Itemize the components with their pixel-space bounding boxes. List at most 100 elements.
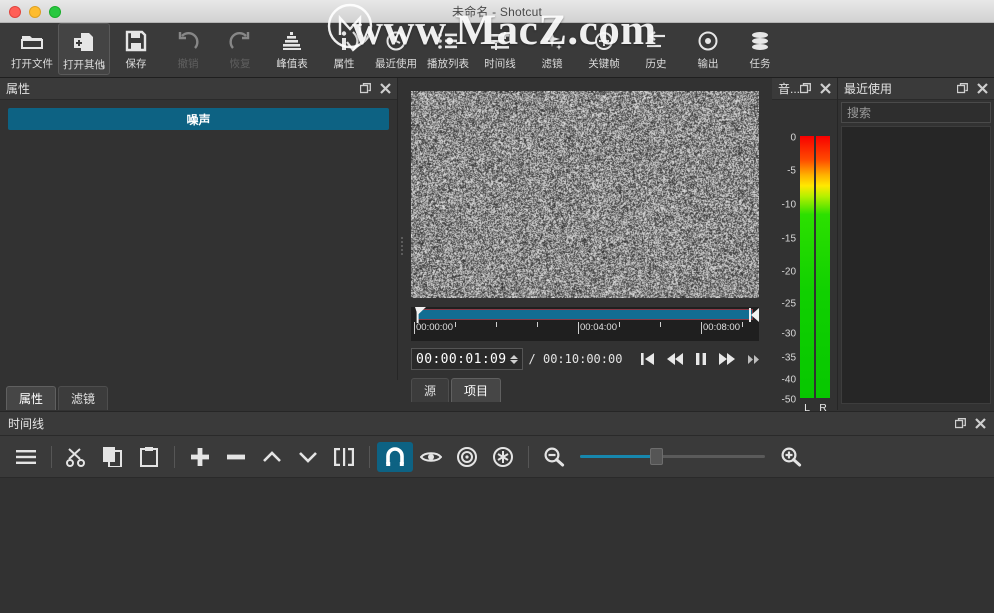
timeline-cut-button[interactable] xyxy=(59,442,95,472)
timeline-tracks-area[interactable] xyxy=(0,478,994,612)
recent-clock-icon xyxy=(385,28,407,54)
zoom-slider-thumb[interactable] xyxy=(650,448,663,465)
toolbar-timeline[interactable]: 时间线 xyxy=(474,23,526,75)
timecode-stepper[interactable] xyxy=(510,355,518,364)
toolbar-save[interactable]: 保存 xyxy=(110,23,162,75)
close-icon[interactable] xyxy=(975,418,986,429)
minimize-window-button[interactable] xyxy=(29,6,41,18)
recent-search-input[interactable]: 搜索 xyxy=(841,102,991,123)
toolbar-filters[interactable]: 滤镜 xyxy=(526,23,578,75)
toolbar-playlist-label: 播放列表 xyxy=(427,56,469,71)
ruler-label-1: 00:04:00 xyxy=(580,322,617,333)
toolbar-history[interactable]: 历史 xyxy=(630,23,682,75)
timecode-separator: / xyxy=(529,352,536,366)
chevron-down-icon[interactable]: ▾ xyxy=(101,63,105,71)
float-panel-icon[interactable] xyxy=(957,83,968,94)
timeline-paste-button[interactable] xyxy=(131,442,167,472)
window-controls[interactable] xyxy=(9,6,61,18)
audio-peak-meter-icon xyxy=(281,28,303,54)
timeline-overwrite-button[interactable] xyxy=(290,442,326,472)
zoom-window-button[interactable] xyxy=(49,6,61,18)
redo-arrow-icon xyxy=(229,28,251,54)
skip-to-next-icon[interactable] xyxy=(748,355,759,364)
timeline-append-button[interactable] xyxy=(182,442,218,472)
toolbar-playlist[interactable]: 播放列表 xyxy=(422,23,474,75)
timeline-copy-button[interactable] xyxy=(95,442,131,472)
timeline-scrub-button[interactable] xyxy=(413,442,449,472)
toolbar-redo[interactable]: 恢复 xyxy=(214,23,266,75)
toolbar-keyframes[interactable]: 关键帧 xyxy=(578,23,630,75)
recent-list[interactable] xyxy=(841,126,991,404)
audio-meter-bar-right xyxy=(816,136,830,398)
audio-meter-body: 0 -5 -10 -15 -20 -25 -30 -35 -40 -50 L R xyxy=(772,100,837,410)
skip-to-start-icon[interactable] xyxy=(641,353,654,365)
title-bar: 未命名 - Shotcut xyxy=(0,0,994,23)
timeline-panel-title: 时间线 xyxy=(8,415,44,432)
timeline-snap-button[interactable] xyxy=(377,442,413,472)
rewind-icon[interactable] xyxy=(667,353,683,365)
scrubber-in-out-range[interactable] xyxy=(417,309,753,320)
toolbar-open-file[interactable]: 打开文件 xyxy=(6,23,58,75)
recent-panel-titlebar: 最近使用 xyxy=(838,78,994,100)
float-panel-icon[interactable] xyxy=(955,418,966,429)
tab-properties-label: 属性 xyxy=(19,390,43,407)
close-window-button[interactable] xyxy=(9,6,21,18)
save-floppy-icon xyxy=(125,28,147,54)
toolbar-open-other-label: 打开其他 xyxy=(63,57,105,72)
tab-project[interactable]: 项目 xyxy=(451,378,501,402)
timeline-ripple-button[interactable] xyxy=(449,442,485,472)
toolbar-peak-meter-label: 峰值表 xyxy=(276,56,308,71)
main-toolbar: 打开文件 打开其他 ▾ 保存 撤销 恢复 峰值表 属性 最近使用 播放列表 时间… xyxy=(0,23,994,78)
float-panel-icon[interactable] xyxy=(800,83,811,94)
pause-icon[interactable] xyxy=(696,353,706,365)
toolbar-jobs[interactable]: 任务 xyxy=(734,23,786,75)
out-point-marker[interactable] xyxy=(749,308,759,322)
tab-properties[interactable]: 属性 xyxy=(6,386,56,410)
timeline-zoom-slider[interactable] xyxy=(580,446,765,468)
open-other-icon xyxy=(73,29,95,55)
meter-tick-5: -25 xyxy=(782,299,796,310)
properties-panel-title: 属性 xyxy=(6,80,360,97)
tab-filters[interactable]: 滤镜 xyxy=(58,386,108,410)
transport-controls xyxy=(641,353,763,365)
timeline-panel: 时间线 xyxy=(0,411,994,613)
meter-tick-6: -30 xyxy=(782,329,796,340)
current-timecode-field[interactable]: 00:00:01:09 xyxy=(411,348,523,370)
scrubber-ruler: 00:00:00 00:04:00 00:08:00 xyxy=(411,322,759,341)
toolbar-recent[interactable]: 最近使用 xyxy=(370,23,422,75)
toolbar-export[interactable]: 输出 xyxy=(682,23,734,75)
toolbar-open-other[interactable]: 打开其他 ▾ xyxy=(58,23,110,75)
toolbar-divider xyxy=(369,446,370,468)
timeline-panel-titlebar: 时间线 xyxy=(0,412,994,436)
properties-panel-titlebar: 属性 xyxy=(0,78,397,100)
float-panel-icon[interactable] xyxy=(360,83,371,94)
timeline-split-button[interactable] xyxy=(326,442,362,472)
fast-forward-icon[interactable] xyxy=(719,353,735,365)
keyframes-icon xyxy=(593,28,615,54)
toolbar-peak-meter[interactable]: 峰值表 xyxy=(266,23,318,75)
player-scrubber[interactable]: 00:00:00 00:04:00 00:08:00 xyxy=(411,307,759,341)
toolbar-undo[interactable]: 撤销 xyxy=(162,23,214,75)
timeline-menu-button[interactable] xyxy=(8,442,44,472)
tab-filters-label: 滤镜 xyxy=(71,390,95,407)
close-icon[interactable] xyxy=(380,83,391,94)
tab-source[interactable]: 源 xyxy=(411,378,449,402)
timeline-zoom-in-button[interactable] xyxy=(773,442,809,472)
timeline-zoom-out-button[interactable] xyxy=(536,442,572,472)
toolbar-filters-label: 滤镜 xyxy=(542,56,563,71)
toolbar-open-file-label: 打开文件 xyxy=(11,56,53,71)
meter-tick-2: -10 xyxy=(782,200,796,211)
timeline-ripple-delete-button[interactable] xyxy=(218,442,254,472)
audio-meter-bars xyxy=(800,136,830,398)
playhead-marker[interactable] xyxy=(415,307,426,323)
timeline-ripple-all-button[interactable] xyxy=(485,442,521,472)
video-preview[interactable] xyxy=(411,91,759,298)
tab-source-label: 源 xyxy=(424,382,436,399)
toolbar-properties[interactable]: 属性 xyxy=(318,23,370,75)
close-icon[interactable] xyxy=(820,83,831,94)
jobs-stack-icon xyxy=(749,28,771,54)
toolbar-divider xyxy=(174,446,175,468)
close-icon[interactable] xyxy=(977,83,988,94)
timeline-lift-button[interactable] xyxy=(254,442,290,472)
zoom-slider-fill xyxy=(580,455,656,458)
